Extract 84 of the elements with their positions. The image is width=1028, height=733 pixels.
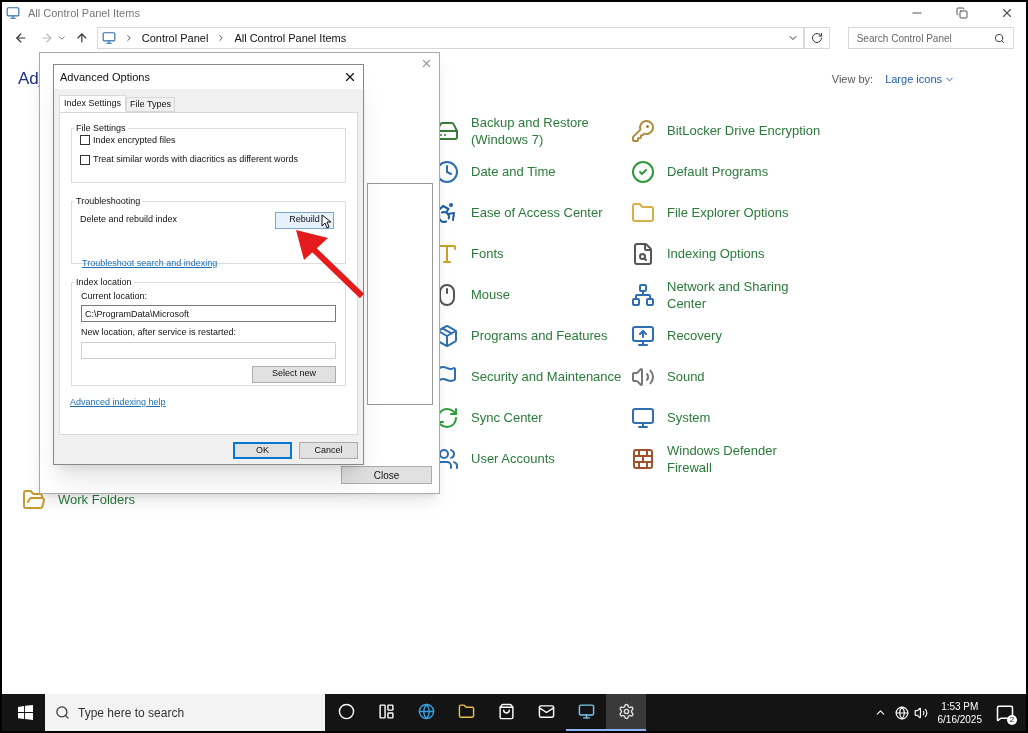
control-panel-link[interactable]: Sync Center [471,409,543,426]
notification-count: 2 [1007,714,1017,725]
control-panel-link[interactable]: System [667,409,711,426]
magnifier-icon [631,241,655,266]
group-title: File Settings [75,122,127,135]
browser-icon [417,703,435,720]
annotation-arrow [296,230,365,299]
refresh-button[interactable] [804,27,830,49]
dialog-title: Advanced Options [60,69,151,85]
search-icon [994,32,1005,44]
monitor-icon [631,323,655,348]
field-label: Current location: [81,289,149,303]
control-panel-link[interactable]: Programs and Features [471,327,608,344]
control-panel-link[interactable]: Ease of Access Center [471,204,603,221]
control-panel-link[interactable]: Date and Time [471,163,556,180]
monitor-icon [631,405,655,430]
view-by-dropdown[interactable]: Large icons [885,70,942,88]
check-circle-icon [631,159,655,184]
circle-icon [337,703,355,720]
windows-logo-icon[interactable] [18,705,33,720]
control-panel-link[interactable]: Windows Defender Firewall [667,441,777,476]
folder-icon [457,703,475,720]
address-bar[interactable]: Control Panel All Control Panel Items [96,27,805,49]
select-new-button[interactable]: Select new [252,365,336,383]
control-panel-link[interactable]: Backup and Restore (Windows 7) [471,113,589,148]
control-panel-link[interactable]: Network and Sharing Center [667,277,789,312]
search-field[interactable]: Search Control Panel [847,27,1014,49]
network-icon[interactable] [894,705,909,720]
restore-icon[interactable] [956,7,968,19]
brick-wall-icon [631,446,655,471]
dialog-button[interactable]: OK [233,442,292,459]
monitor-icon [577,703,595,720]
up-icon[interactable] [75,31,89,45]
clock[interactable]: 1:53 PM 6/16/2025 [937,699,982,726]
task-view-icon [377,703,395,720]
view-by-label: View by: [831,71,874,87]
breadcrumb[interactable]: Control Panel [141,29,209,47]
gear-icon [617,703,635,720]
taskbar-search-field[interactable]: Type here to search [45,694,325,731]
network-icon [631,282,655,307]
current-location-field[interactable]: C:\ProgramData\Microsoft [81,305,336,322]
close-icon[interactable] [1000,6,1014,20]
checkbox[interactable] [80,154,90,165]
new-location-field[interactable] [81,341,336,359]
bag-icon [497,703,515,720]
mail-icon [537,703,555,720]
folder-icon [22,487,46,512]
search-icon [55,705,70,720]
field-label: New location, after service is restarted: [81,326,238,339]
checkbox-label: Index encrypted files [93,133,176,147]
control-panel-link[interactable]: Default Programs [667,163,769,180]
tab[interactable]: Index Settings [59,95,127,112]
control-panel-link[interactable]: Security and Maintenance [471,368,622,385]
speaker-icon[interactable] [913,705,928,720]
notification-icon[interactable] [996,703,1014,722]
control-panel-link[interactable]: Recovery [667,327,722,344]
dialog-button[interactable]: Cancel [299,442,358,459]
close-button[interactable]: Close [341,466,432,484]
checkbox-label: Treat similar words with diacritics as different words [93,153,299,166]
control-panel-link[interactable]: User Accounts [471,450,555,467]
control-panel-link[interactable]: BitLocker Drive Encryption [667,122,821,139]
back-icon[interactable] [14,31,28,45]
folder-icon [631,200,655,225]
control-panel-link[interactable]: Mouse [471,286,511,303]
taskbar-button[interactable] [606,694,646,731]
control-panel-link[interactable]: Indexing Options [667,245,765,262]
breadcrumb[interactable]: All Control Panel Items [234,29,347,47]
mouse-cursor-icon [321,214,331,229]
key-icon [631,118,655,143]
checkbox[interactable] [80,135,90,146]
rebuild-label: Delete and rebuild index [80,213,178,227]
group-title: Troubleshooting [75,195,142,208]
control-panel-link[interactable]: Work Folders [58,491,136,508]
troubleshoot-link[interactable]: Troubleshoot search and indexing [82,256,218,270]
control-panel-link[interactable]: Sound [667,368,705,385]
help-link[interactable]: Advanced indexing help [70,396,346,410]
group-title: Index location [75,276,133,289]
rebuild-button[interactable]: Rebuild [275,211,334,229]
tab[interactable]: File Types [126,97,175,112]
control-panel-link[interactable]: File Explorer Options [667,204,789,221]
window-title: All Control Panel Items [28,5,141,21]
control-panel-link[interactable]: Fonts [471,245,504,262]
close-icon[interactable] [343,70,357,84]
refresh-icon [811,32,823,44]
